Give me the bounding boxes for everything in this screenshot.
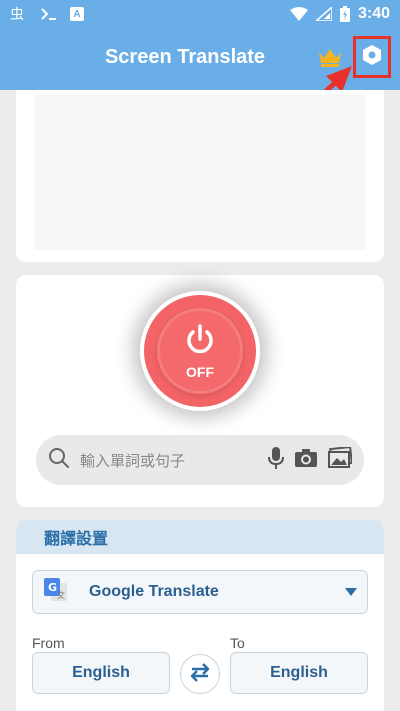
from-label: From — [32, 635, 65, 651]
search-icon — [48, 447, 70, 474]
dropdown-arrow-icon — [345, 583, 357, 601]
from-language-button[interactable]: English — [32, 652, 170, 694]
translation-engine-value: Google Translate — [89, 583, 219, 600]
search-input[interactable]: 輸入單詞或句子 — [80, 450, 268, 471]
settings-title: 翻譯設置 — [44, 531, 109, 548]
translation-engine-dropdown[interactable]: G 文 Google Translate — [32, 570, 368, 614]
battery-charging-icon — [339, 6, 350, 22]
microphone-icon[interactable] — [268, 446, 284, 475]
power-button-inner: OFF — [157, 308, 243, 394]
swap-arrows-icon — [189, 662, 211, 687]
to-language-button[interactable]: English — [230, 652, 368, 694]
terminal-icon — [40, 7, 58, 21]
power-state-label: OFF — [186, 363, 214, 380]
clock: 3:40 — [357, 5, 390, 22]
svg-text:文: 文 — [57, 590, 65, 600]
settings-header: 翻譯設置 — [16, 520, 384, 554]
wifi-icon — [289, 7, 308, 21]
power-icon — [183, 323, 217, 362]
power-toggle-button[interactable]: OFF — [144, 295, 256, 407]
text-a-icon: A — [70, 7, 84, 21]
translation-settings-card: 翻譯設置 G 文 Google Translate From To Englis… — [16, 520, 384, 711]
to-label: To — [230, 635, 245, 651]
swap-languages-button[interactable] — [180, 654, 220, 694]
svg-text:虫: 虫 — [10, 7, 24, 22]
google-translate-icon: G 文 — [43, 577, 69, 608]
bug-icon: 虫 — [10, 6, 28, 22]
translation-preview-area — [34, 94, 366, 250]
status-bar: 虫 A 3:40 — [0, 0, 400, 28]
translation-preview-card — [16, 90, 384, 262]
search-bar[interactable]: 輸入單詞或句子 — [36, 435, 364, 485]
camera-icon[interactable] — [294, 448, 318, 473]
gallery-icon[interactable] — [328, 445, 353, 474]
signal-icon — [315, 7, 332, 21]
control-card: OFF 輸入單詞或句子 — [16, 275, 384, 507]
svg-text:G: G — [48, 581, 57, 594]
